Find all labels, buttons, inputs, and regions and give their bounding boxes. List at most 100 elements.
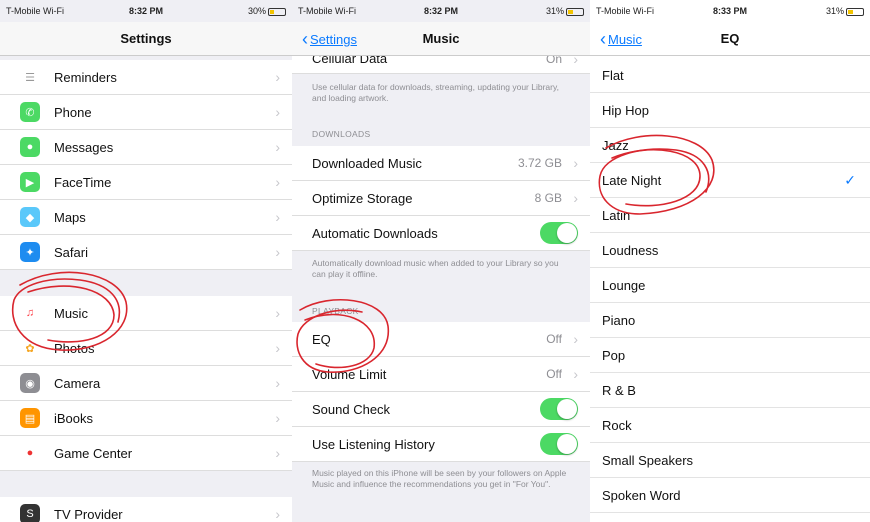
checkmark-icon: ✓ — [844, 171, 856, 188]
optimize-storage-value: 8 GB — [534, 191, 562, 205]
carrier-label: T-Mobile Wi-Fi — [596, 6, 654, 16]
clock: 8:33 PM — [712, 6, 747, 16]
volume-limit-value: Off — [546, 367, 562, 381]
status-bar: T-Mobile Wi-Fi 8:33 PM 31% — [590, 0, 870, 22]
settings-item-label: Game Center — [54, 445, 133, 461]
settings-item-facetime[interactable]: ▶ FaceTime › — [0, 165, 292, 200]
page-title: EQ — [720, 31, 740, 46]
eq-option-flat[interactable]: Flat — [590, 58, 870, 93]
volume-limit-row[interactable]: Volume Limit Off › — [292, 357, 590, 392]
chevron-right-icon: › — [275, 445, 280, 461]
downloaded-music-label: Downloaded Music — [312, 155, 422, 171]
settings-item-maps[interactable]: ◆ Maps › — [0, 200, 292, 235]
navigation-bar: ‹ Settings Music — [292, 22, 590, 56]
video-camera-icon: ▶ — [20, 172, 40, 192]
list-icon: ☰ — [20, 67, 40, 87]
phone-icon: ✆ — [20, 102, 40, 122]
back-button[interactable]: ‹ Settings — [302, 22, 357, 56]
eq-label: EQ — [312, 331, 331, 347]
navigation-bar: ‹ Music EQ — [590, 22, 870, 56]
chevron-right-icon: › — [275, 506, 280, 522]
eq-option-label: Late Night — [602, 172, 662, 188]
listening-history-label: Use Listening History — [312, 436, 435, 452]
playback-section-header: PLAYBACK — [312, 306, 359, 316]
settings-item-camera[interactable]: ◉ Camera › — [0, 366, 292, 401]
eq-option-small-speakers[interactable]: Small Speakers — [590, 443, 870, 478]
settings-item-ibooks[interactable]: ▤ iBooks › — [0, 401, 292, 436]
music-note-icon: ♫ — [20, 303, 40, 323]
settings-item-phone[interactable]: ✆ Phone › — [0, 95, 292, 130]
eq-option-lounge[interactable]: Lounge — [590, 268, 870, 303]
eq-option-loudness[interactable]: Loudness — [590, 233, 870, 268]
eq-option-label: Small Speakers — [602, 452, 694, 468]
chevron-right-icon: › — [275, 174, 280, 190]
eq-option-label: Piano — [602, 312, 636, 328]
settings-item-music[interactable]: ♫ Music › — [0, 296, 292, 331]
chevron-right-icon: › — [275, 104, 280, 120]
optimize-storage-row[interactable]: Optimize Storage 8 GB › — [292, 181, 590, 216]
eq-value: Off — [546, 332, 562, 346]
settings-item-game-center[interactable]: ● Game Center › — [0, 436, 292, 471]
status-bar: T-Mobile Wi-Fi 8:32 PM 31% — [292, 0, 590, 22]
battery-percent: 30% — [247, 6, 266, 16]
eq-option-hip-hop[interactable]: Hip Hop — [590, 93, 870, 128]
sound-check-toggle[interactable] — [540, 398, 578, 420]
settings-item-label: Phone — [54, 104, 92, 120]
eq-option-label: Lounge — [602, 277, 646, 293]
downloaded-music-size: 3.72 GB — [517, 156, 562, 170]
eq-option-piano[interactable]: Piano — [590, 303, 870, 338]
settings-item-safari[interactable]: ✦ Safari › — [0, 235, 292, 270]
eq-option-label: R & B — [602, 382, 636, 398]
listening-history-toggle[interactable] — [540, 433, 578, 455]
clock: 8:32 PM — [423, 6, 458, 16]
automatic-downloads-toggle[interactable] — [540, 222, 578, 244]
eq-option-r-b[interactable]: R & B — [590, 373, 870, 408]
photos-flower-icon: ✿ — [20, 338, 40, 358]
chevron-right-icon: › — [275, 209, 280, 225]
chevron-right-icon: › — [275, 305, 280, 321]
listening-history-row: Use Listening History — [292, 427, 590, 462]
chevron-right-icon: › — [275, 340, 280, 356]
volume-limit-label: Volume Limit — [312, 366, 387, 382]
settings-item-label: Messages — [54, 139, 114, 155]
battery-percent: 31% — [545, 6, 564, 16]
settings-item-reminders[interactable]: ☰ Reminders › — [0, 60, 292, 95]
eq-option-late-night[interactable]: Late Night ✓ — [590, 163, 870, 198]
eq-option-jazz[interactable]: Jazz — [590, 128, 870, 163]
clock: 8:32 PM — [128, 6, 163, 16]
settings-item-label: Camera — [54, 375, 101, 391]
settings-item-messages[interactable]: ● Messages › — [0, 130, 292, 165]
chevron-right-icon: › — [275, 69, 280, 85]
settings-item-tv-provider[interactable]: S TV Provider › — [0, 497, 292, 522]
settings-item-label: TV Provider — [54, 506, 123, 522]
camera-icon: ◉ — [20, 373, 40, 393]
eq-row[interactable]: EQ Off › — [292, 322, 590, 357]
settings-item-label: FaceTime — [54, 174, 112, 190]
chevron-right-icon: › — [573, 155, 578, 171]
chevron-left-icon: ‹ — [600, 29, 606, 49]
battery-icon — [845, 7, 864, 16]
battery-indicator: 31% — [489, 6, 584, 16]
chevron-right-icon: › — [573, 190, 578, 206]
eq-option-label: Rock — [602, 417, 632, 433]
eq-option-latin[interactable]: Latin — [590, 198, 870, 233]
settings-item-label: Safari — [54, 244, 88, 260]
downloaded-music-row[interactable]: Downloaded Music 3.72 GB › — [292, 146, 590, 181]
map-icon: ◆ — [20, 207, 40, 227]
battery-icon — [565, 7, 584, 16]
chevron-left-icon: ‹ — [302, 29, 308, 49]
automatic-downloads-note: Automatically download music when added … — [312, 258, 559, 279]
downloads-section-header: DOWNLOADS — [312, 129, 371, 139]
chevron-right-icon: › — [275, 375, 280, 391]
chevron-right-icon: › — [573, 366, 578, 382]
settings-item-photos[interactable]: ✿ Photos › — [0, 331, 292, 366]
back-button[interactable]: ‹ Music — [600, 22, 642, 56]
eq-option-pop[interactable]: Pop — [590, 338, 870, 373]
eq-option-label: Pop — [602, 347, 626, 363]
settings-screen: T-Mobile Wi-Fi 8:32 PM 30% Settings ☰ Rem… — [0, 0, 292, 522]
chevron-right-icon: › — [573, 331, 578, 347]
eq-option-rock[interactable]: Rock — [590, 408, 870, 443]
settings-item-label: Maps — [54, 209, 86, 225]
eq-option-spoken-word[interactable]: Spoken Word — [590, 478, 870, 513]
settings-item-label: iBooks — [54, 410, 94, 426]
